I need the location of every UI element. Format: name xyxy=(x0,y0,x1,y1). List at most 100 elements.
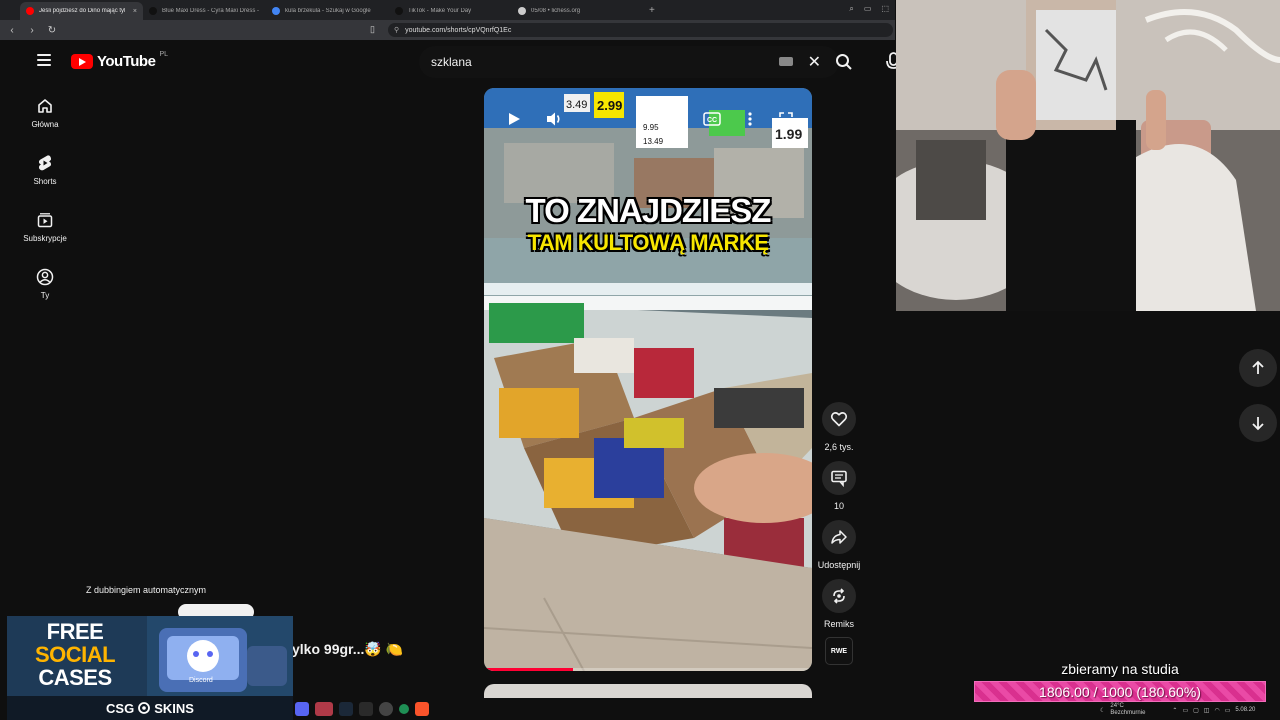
nav-item-subscriptions[interactable]: Subskrypcje xyxy=(17,198,73,255)
play-button[interactable] xyxy=(498,108,530,130)
maximize-icon[interactable]: ⬚ xyxy=(881,4,889,14)
minimize-icon[interactable]: ▭ xyxy=(864,4,872,14)
nav-item-you[interactable]: Ty xyxy=(17,255,73,312)
tray-icon[interactable]: ◫ xyxy=(1204,707,1210,714)
back-icon[interactable]: ‹ xyxy=(4,22,20,38)
tab-strip: Jeśli pójdziesz do Dino mając tyl × Blue M… xyxy=(20,0,635,20)
promo-brand: CSG SKINS xyxy=(7,696,293,720)
nav-label: Shorts xyxy=(33,177,57,186)
donation-goal-text: 1806.00 / 1000 (180.60%) xyxy=(1039,683,1201,700)
promo-line-1: FREE xyxy=(46,619,104,644)
nav-label: Ty xyxy=(40,291,50,300)
discord-icon[interactable] xyxy=(295,702,309,716)
browser-tab[interactable]: Jeśli pójdziesz do Dino mając tyl × xyxy=(20,2,143,20)
shorts-video-player[interactable]: 3.49 2.99 9.95 13.49 1.99 CC TO ZNAJDZIE… xyxy=(484,88,812,671)
remix-button[interactable]: Remiks xyxy=(816,579,862,629)
nav-item-shorts[interactable]: Shorts xyxy=(17,141,73,198)
video-progress-bar[interactable] xyxy=(484,668,812,671)
video-title: ylko 99gr...🤯 🍋 xyxy=(292,641,404,657)
brave-icon[interactable] xyxy=(415,702,429,716)
tab-favicon-icon xyxy=(518,7,526,15)
battery-icon[interactable]: ▭ xyxy=(1225,707,1231,714)
price-tag-3: 9.95 xyxy=(643,123,659,132)
browser-tab[interactable]: Blue Maxi Dress - Cyra Maxi Dress - xyxy=(143,2,266,20)
browser-tab[interactable]: kula brzekula - Szukaj w Google xyxy=(266,2,389,20)
search-icon xyxy=(836,54,852,70)
reload-icon[interactable]: ↻ xyxy=(44,22,60,38)
comment-button[interactable]: 10 xyxy=(816,461,862,511)
captions-icon: CC xyxy=(703,112,721,126)
remix-circle[interactable] xyxy=(822,579,856,613)
bookmark-icon[interactable]: ▯ xyxy=(370,24,375,35)
comment-count: 10 xyxy=(833,501,844,511)
tab-favicon-icon xyxy=(395,7,403,15)
browser-tab[interactable]: TikTok - Make Your Day xyxy=(389,2,512,20)
mute-button[interactable] xyxy=(538,108,570,130)
share-button[interactable]: Udostępnij xyxy=(816,520,862,570)
youtube-logo[interactable]: YouTube PL xyxy=(71,51,168,70)
promo-line-2: SOCIAL xyxy=(34,642,116,667)
remix-icon xyxy=(833,588,845,604)
next-short-preview[interactable] xyxy=(484,684,812,698)
left-guide: Główna Shorts Subskrypcje Ty xyxy=(17,84,73,312)
tab-favicon-icon xyxy=(272,7,280,15)
youtube-header: YouTube PL szklana ✕ xyxy=(17,40,901,84)
search-tabs-icon[interactable]: ⌕ xyxy=(849,4,853,14)
obs-icon[interactable] xyxy=(379,702,393,716)
forward-icon[interactable]: › xyxy=(24,22,40,38)
like-circle[interactable] xyxy=(822,402,856,436)
weather-widget[interactable]: 24°C Bezchmurnie xyxy=(1110,703,1145,717)
wifi-icon[interactable]: ◠ xyxy=(1214,707,1219,714)
previous-short-button[interactable] xyxy=(1239,349,1277,387)
search-query: szklana xyxy=(431,55,472,69)
site-info-icon[interactable]: ⚲ xyxy=(394,26,399,34)
tab-close-icon[interactable]: × xyxy=(133,8,137,15)
nav-item-home[interactable]: Główna xyxy=(17,84,73,141)
comment-circle[interactable] xyxy=(822,461,856,495)
fullscreen-button[interactable] xyxy=(770,108,802,130)
nav-label: Główna xyxy=(31,120,59,129)
donation-goal-bar: 1806.00 / 1000 (180.60%) xyxy=(974,681,1266,702)
next-short-button[interactable] xyxy=(1239,404,1277,442)
tray-chevron-icon[interactable]: ⌃ xyxy=(1172,707,1177,714)
channel-avatar[interactable]: RWE xyxy=(825,637,853,665)
svg-text:CC: CC xyxy=(707,117,717,124)
editor-icon[interactable] xyxy=(359,702,373,716)
menu-icon[interactable] xyxy=(37,54,51,66)
play-icon xyxy=(509,113,520,125)
nav-label: Subskrypcje xyxy=(23,234,67,243)
search-button[interactable] xyxy=(829,47,859,77)
weather-icon: ☾ xyxy=(1100,707,1106,714)
like-button[interactable]: 2,6 tys. xyxy=(816,402,862,452)
promo-badge: Discord xyxy=(189,677,213,684)
app-icon[interactable] xyxy=(315,702,333,716)
address-url: youtube.com/shorts/cpVQnrfQ1Ec xyxy=(405,26,512,34)
browser-tab[interactable]: 05/08 • lichess.org xyxy=(512,2,635,20)
clear-search-icon[interactable]: ✕ xyxy=(808,52,821,72)
status-icon[interactable] xyxy=(399,704,409,714)
brand-logo-icon xyxy=(138,702,151,714)
tray-icon[interactable]: ▢ xyxy=(1193,707,1199,714)
tab-title: Blue Maxi Dress - Cyra Maxi Dress - xyxy=(162,8,260,14)
tab-favicon-icon xyxy=(26,7,34,15)
browser-nav-bar: ‹ › ↻ ▯ ⚲ youtube.com/shorts/cpVQnrfQ1Ec xyxy=(0,20,895,40)
address-bar[interactable]: ⚲ youtube.com/shorts/cpVQnrfQ1Ec xyxy=(388,23,893,37)
dubbing-note: Z dubbingiem automatycznym xyxy=(86,585,207,595)
search-input[interactable]: szklana ✕ xyxy=(419,46,839,78)
promo-headline: FREE SOCIAL CASES xyxy=(15,620,135,689)
price-tag-2: 2.99 xyxy=(597,98,622,113)
new-tab-button[interactable]: + xyxy=(649,5,655,16)
shorts-action-bar: 2,6 tys. 10 Udostępnij Remiks xyxy=(816,402,862,638)
tray-icon[interactable]: ▭ xyxy=(1182,707,1188,714)
youtube-play-logo-icon xyxy=(71,54,93,69)
keyboard-icon[interactable] xyxy=(779,57,793,66)
comment-icon xyxy=(831,470,847,487)
captions-button[interactable]: CC xyxy=(696,108,728,130)
more-options-button[interactable] xyxy=(734,108,766,130)
like-count: 2,6 tys. xyxy=(824,442,854,452)
steam-icon[interactable] xyxy=(339,702,353,716)
screen: Jeśli pójdziesz do Dino mając tyl × Blue M… xyxy=(0,0,1280,720)
browser-tab-bar: Jeśli pójdziesz do Dino mając tyl × Blue M… xyxy=(0,0,895,20)
arrow-down-icon xyxy=(1252,417,1264,431)
share-circle[interactable] xyxy=(822,520,856,554)
